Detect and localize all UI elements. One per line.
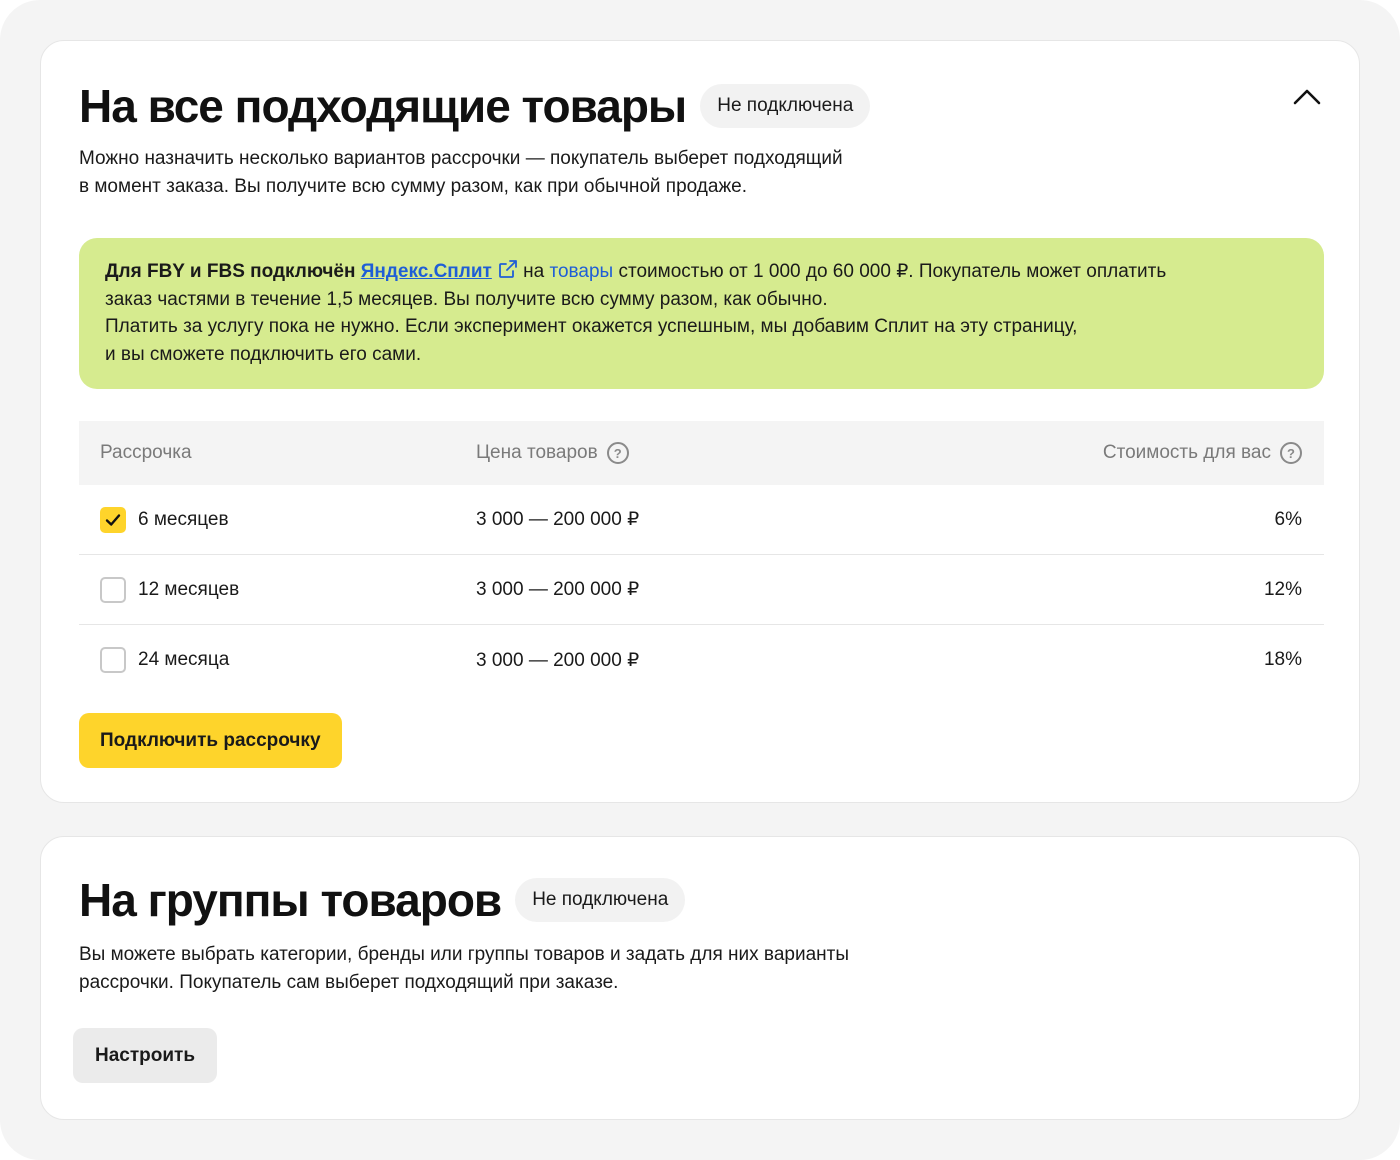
notice-line: и вы сможете подключить его сами. bbox=[105, 343, 422, 365]
header-installment: Рассрочка bbox=[100, 442, 192, 463]
term-label: 6 месяцев bbox=[138, 508, 229, 530]
header-cost: Стоимость для вас ? bbox=[1103, 442, 1302, 464]
connect-installment-button[interactable]: Подключить рассрочку bbox=[79, 713, 342, 768]
term-label: 24 месяца bbox=[138, 649, 230, 670]
status-badge: Не подключена bbox=[700, 84, 871, 128]
term-cell: 12 месяцев bbox=[100, 576, 240, 603]
card-title: На группы товаров bbox=[79, 874, 502, 926]
page-background: На все подходящие товары Не подключена М… bbox=[0, 0, 1400, 1160]
table-row: 24 месяца 3 000 — 200 000 ₽ 18% bbox=[79, 625, 1324, 695]
header-price: Цена товаров ? bbox=[476, 442, 629, 464]
price-cell: 3 000 — 200 000 ₽ bbox=[476, 579, 640, 600]
goods-link[interactable]: товары bbox=[549, 261, 613, 282]
external-link-icon[interactable] bbox=[498, 259, 518, 279]
notice-bold-prefix: Для FBY и FBS подключён bbox=[105, 261, 356, 282]
cost-cell: 6% bbox=[1274, 508, 1302, 530]
card-header: На группы товаров Не подключена bbox=[79, 873, 686, 927]
table-row: 6 месяцев 3 000 — 200 000 ₽ 6% bbox=[79, 485, 1324, 555]
question-circle-icon[interactable]: ? bbox=[606, 442, 629, 464]
cost-cell: 18% bbox=[1263, 649, 1302, 670]
term-cell: 6 месяцев bbox=[100, 506, 229, 533]
status-badge: Не подключена bbox=[515, 878, 686, 922]
notice-text: стоимостью от 1 000 до 60 000 ₽. Покупат… bbox=[618, 261, 1167, 282]
chevron-up-icon bbox=[1293, 89, 1321, 105]
card-description: Вы можете выбрать категории, бренды или … bbox=[79, 941, 979, 997]
notice-line: Платить за услугу пока не нужно. Если эк… bbox=[105, 316, 1078, 337]
yandex-split-link[interactable]: Яндекс.Сплит bbox=[361, 261, 492, 282]
description-line: в момент заказа. Вы получите всю сумму р… bbox=[79, 176, 748, 197]
cost-cell: 12% bbox=[1263, 578, 1302, 600]
header-price-label: Цена товаров bbox=[476, 442, 598, 463]
header-cost-label: Стоимость для вас bbox=[1102, 442, 1271, 463]
installment-table: Рассрочка Цена товаров ? Стоимость для в… bbox=[79, 421, 1324, 695]
split-notice: Для FBY и FBS подключён Яндекс.Сплит на … bbox=[79, 238, 1324, 389]
notice-line: Для FBY и FBS подключён Яндекс.Сплит на … bbox=[105, 258, 1298, 286]
card-description: Можно назначить несколько вариантов расс… bbox=[79, 145, 979, 201]
term-checkbox[interactable] bbox=[100, 506, 126, 533]
installment-groups-card: На группы товаров Не подключена Вы может… bbox=[40, 836, 1360, 1120]
price-cell: 3 000 — 200 000 ₽ bbox=[476, 509, 640, 530]
notice-text: на bbox=[523, 261, 545, 282]
term-label: 12 месяцев bbox=[138, 578, 240, 600]
notice-line: заказ частями в течение 1,5 месяцев. Вы … bbox=[105, 288, 828, 310]
checkmark-icon bbox=[105, 513, 121, 526]
collapse-button[interactable] bbox=[1289, 81, 1325, 111]
term-checkbox[interactable] bbox=[100, 576, 126, 603]
card-header: На все подходящие товары Не подключена bbox=[79, 79, 871, 133]
description-line: Можно назначить несколько вариантов расс… bbox=[79, 148, 843, 169]
description-line: Вы можете выбрать категории, бренды или … bbox=[79, 944, 849, 965]
price-cell: 3 000 — 200 000 ₽ bbox=[476, 649, 640, 671]
term-checkbox[interactable] bbox=[100, 647, 126, 673]
table-row: 12 месяцев 3 000 — 200 000 ₽ 12% bbox=[79, 555, 1324, 625]
configure-button[interactable]: Настроить bbox=[73, 1028, 218, 1083]
description-line: рассрочки. Покупатель сам выберет подход… bbox=[79, 972, 619, 993]
term-cell: 24 месяца bbox=[100, 647, 229, 673]
card-title: На все подходящие товары bbox=[79, 80, 687, 132]
installment-all-goods-card: На все подходящие товары Не подключена М… bbox=[40, 40, 1360, 803]
question-circle-icon[interactable]: ? bbox=[1280, 442, 1302, 464]
table-header: Рассрочка Цена товаров ? Стоимость для в… bbox=[79, 421, 1324, 485]
